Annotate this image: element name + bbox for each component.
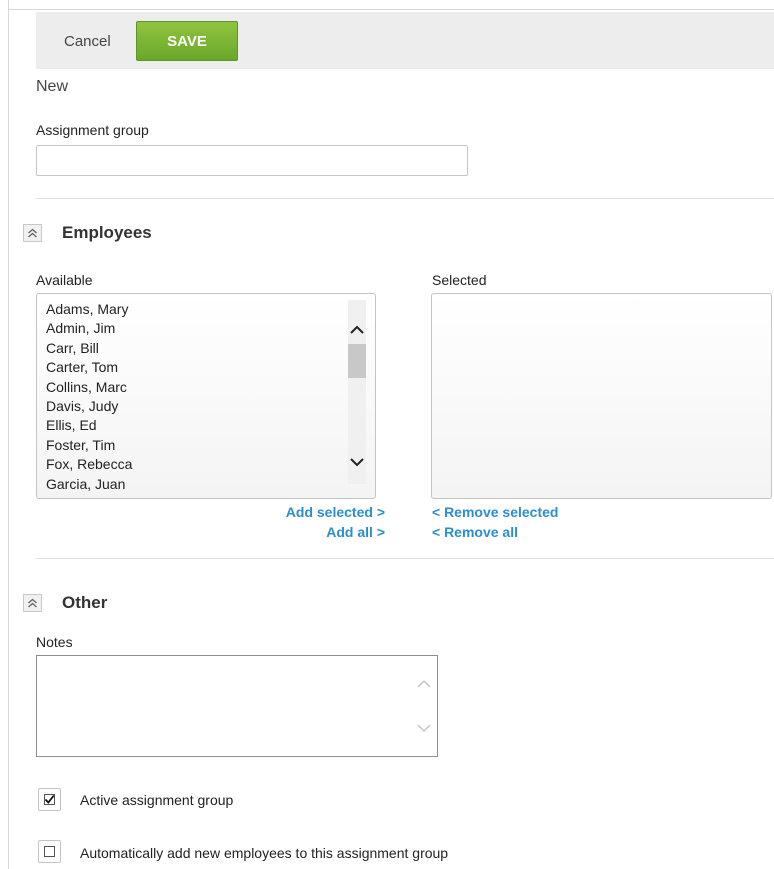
chevron-up-icon[interactable]	[349, 322, 365, 338]
double-chevron-up-icon	[28, 598, 37, 608]
employees-collapse-button[interactable]	[23, 224, 42, 242]
selected-label: Selected	[432, 272, 487, 288]
add-selected-link[interactable]: Add selected >	[230, 504, 385, 520]
list-item[interactable]: Foster, Tim	[46, 436, 115, 455]
assignment-group-input[interactable]	[36, 145, 468, 176]
available-label: Available	[36, 272, 93, 288]
remove-selected-link[interactable]: < Remove selected	[432, 504, 558, 520]
active-assignment-group-checkbox[interactable]	[38, 788, 61, 811]
chevron-down-icon[interactable]	[417, 722, 431, 734]
auto-add-employees-checkbox[interactable]	[38, 840, 61, 863]
page-left-border	[8, 0, 9, 869]
employees-section-title: Employees	[62, 223, 152, 242]
checkbox-box	[44, 846, 55, 857]
employees-section-header: Employees	[23, 223, 152, 243]
checkmark-icon	[44, 794, 55, 804]
list-item[interactable]: Collins, Marc	[46, 378, 127, 397]
other-section-title: Other	[62, 593, 108, 612]
available-employees-list[interactable]: Adams, Mary Admin, Jim Carr, Bill Carter, T…	[36, 293, 376, 499]
active-assignment-group-label: Active assignment group	[80, 792, 234, 808]
other-collapse-button[interactable]	[23, 594, 42, 612]
record-status: New	[36, 78, 69, 95]
list-item[interactable]: Admin, Jim	[46, 319, 115, 338]
add-all-link[interactable]: Add all >	[230, 524, 385, 540]
chevron-up-icon[interactable]	[417, 678, 431, 690]
chevron-down-icon[interactable]	[349, 454, 365, 470]
list-item[interactable]: Adams, Mary	[46, 300, 128, 319]
divider	[36, 558, 774, 559]
divider	[36, 198, 774, 199]
list-item[interactable]: Ellis, Ed	[46, 416, 97, 435]
double-chevron-up-icon	[28, 228, 37, 238]
selected-employees-list[interactable]	[431, 293, 772, 499]
other-section-header: Other	[23, 593, 107, 613]
list-item[interactable]: Garcia, Juan	[46, 475, 125, 494]
checkbox-box	[44, 794, 55, 805]
assignment-group-label: Assignment group	[36, 122, 149, 138]
remove-all-link[interactable]: < Remove all	[432, 524, 518, 540]
notes-label: Notes	[36, 634, 73, 650]
list-item[interactable]: Carter, Tom	[46, 358, 118, 377]
list-item[interactable]: Fox, Rebecca	[46, 455, 132, 474]
list-item[interactable]: Davis, Judy	[46, 397, 118, 416]
cancel-button[interactable]: Cancel	[64, 33, 111, 50]
save-button[interactable]: SAVE	[136, 21, 238, 61]
list-item[interactable]: Carr, Bill	[46, 339, 99, 358]
form-toolbar: Cancel SAVE	[36, 12, 774, 69]
auto-add-employees-label: Automatically add new employees to this …	[80, 845, 449, 861]
notes-textarea[interactable]	[36, 655, 438, 757]
available-scrollbar[interactable]	[348, 300, 366, 484]
page-top-border	[8, 9, 774, 10]
scroll-thumb[interactable]	[348, 344, 366, 378]
